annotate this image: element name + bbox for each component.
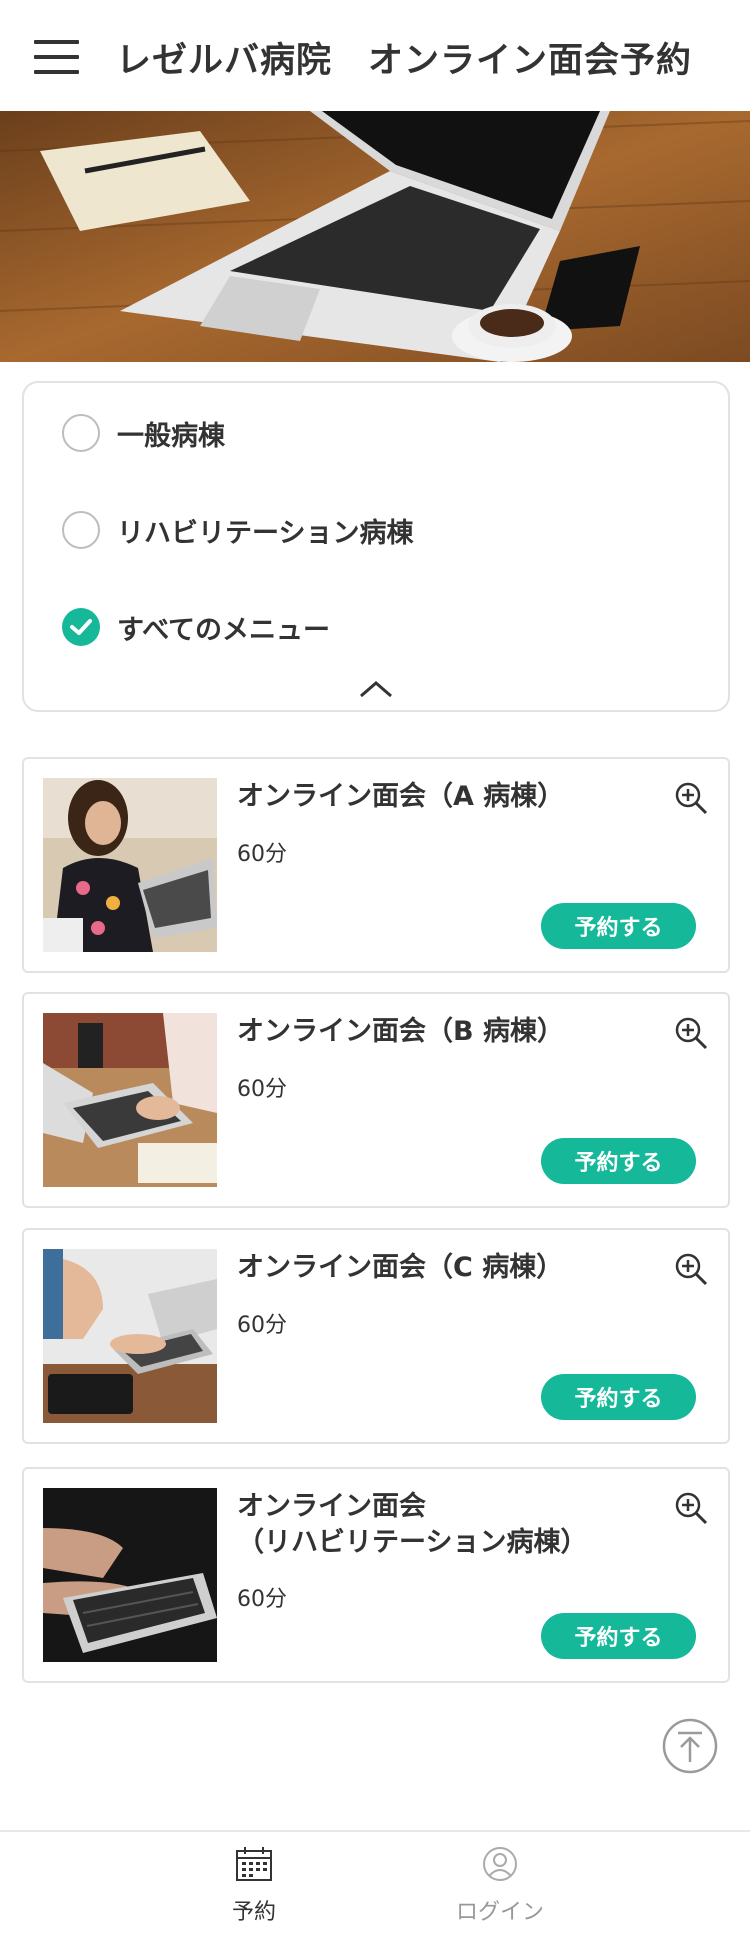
- menu-thumbnail: [43, 1488, 217, 1662]
- scroll-to-top-icon[interactable]: [662, 1718, 718, 1774]
- calendar-icon: [235, 1846, 273, 1882]
- menu-title: オンライン面会（B 病棟）: [237, 1016, 564, 1047]
- radio-checked-icon[interactable]: [62, 608, 100, 646]
- nav-label: ログイン: [455, 1900, 544, 1925]
- nav-item-login[interactable]: ログイン: [400, 1832, 600, 1940]
- filter-label: すべてのメニュー: [117, 614, 331, 646]
- zoom-in-icon[interactable]: [674, 1252, 708, 1286]
- filter-option-all-menus[interactable]: すべてのメニュー: [62, 605, 330, 649]
- menu-title: オンライン面会（A 病棟）: [237, 781, 565, 812]
- reserve-button[interactable]: 予約する: [541, 903, 696, 949]
- nav-label: 予約: [231, 1900, 276, 1925]
- menu-thumbnail: [43, 778, 217, 952]
- filter-option-general-ward[interactable]: 一般病棟: [62, 411, 225, 455]
- menu-duration: 60分: [237, 1313, 287, 1338]
- filter-option-rehab-ward[interactable]: リハビリテーション病棟: [62, 508, 413, 552]
- menu-duration: 60分: [237, 842, 287, 867]
- user-icon: [481, 1846, 519, 1882]
- nav-item-reserve[interactable]: 予約: [154, 1832, 354, 1940]
- zoom-in-icon[interactable]: [674, 1016, 708, 1050]
- menu-title: オンライン面会（C 病棟）: [237, 1252, 564, 1283]
- filter-label: 一般病棟: [117, 420, 225, 452]
- reserve-button[interactable]: 予約する: [541, 1374, 696, 1420]
- app-header: レゼルバ病院 オンライン面会予約: [0, 0, 750, 111]
- page-title: レゼルバ病院 オンライン面会予約: [116, 41, 693, 81]
- zoom-in-icon[interactable]: [674, 781, 708, 815]
- menu-thumbnail: [43, 1249, 217, 1423]
- menu-duration: 60分: [237, 1077, 287, 1102]
- radio-unchecked-icon[interactable]: [62, 414, 100, 452]
- menu-card: オンライン面会（B 病棟） 60分 予約する: [22, 992, 730, 1208]
- menu-duration: 60分: [237, 1587, 287, 1612]
- reserve-button[interactable]: 予約する: [541, 1138, 696, 1184]
- hamburger-menu-icon[interactable]: [34, 40, 79, 74]
- menu-card: オンライン面会 （リハビリテーション病棟） 60分 予約する: [22, 1467, 730, 1683]
- filter-label: リハビリテーション病棟: [117, 517, 414, 549]
- hero-image: [0, 111, 750, 362]
- filter-panel: 一般病棟 リハビリテーション病棟 すべてのメニュー: [22, 381, 730, 712]
- chevron-up-icon[interactable]: [358, 679, 394, 699]
- reserve-button[interactable]: 予約する: [541, 1613, 696, 1659]
- menu-card: オンライン面会（C 病棟） 60分 予約する: [22, 1228, 730, 1444]
- zoom-in-icon[interactable]: [674, 1491, 708, 1525]
- radio-unchecked-icon[interactable]: [62, 511, 100, 549]
- menu-title: オンライン面会 （リハビリテーション病棟）: [237, 1491, 588, 1558]
- menu-card: オンライン面会（A 病棟） 60分 予約する: [22, 757, 730, 973]
- bottom-nav: 予約 ログイン: [0, 1830, 750, 1940]
- menu-thumbnail: [43, 1013, 217, 1187]
